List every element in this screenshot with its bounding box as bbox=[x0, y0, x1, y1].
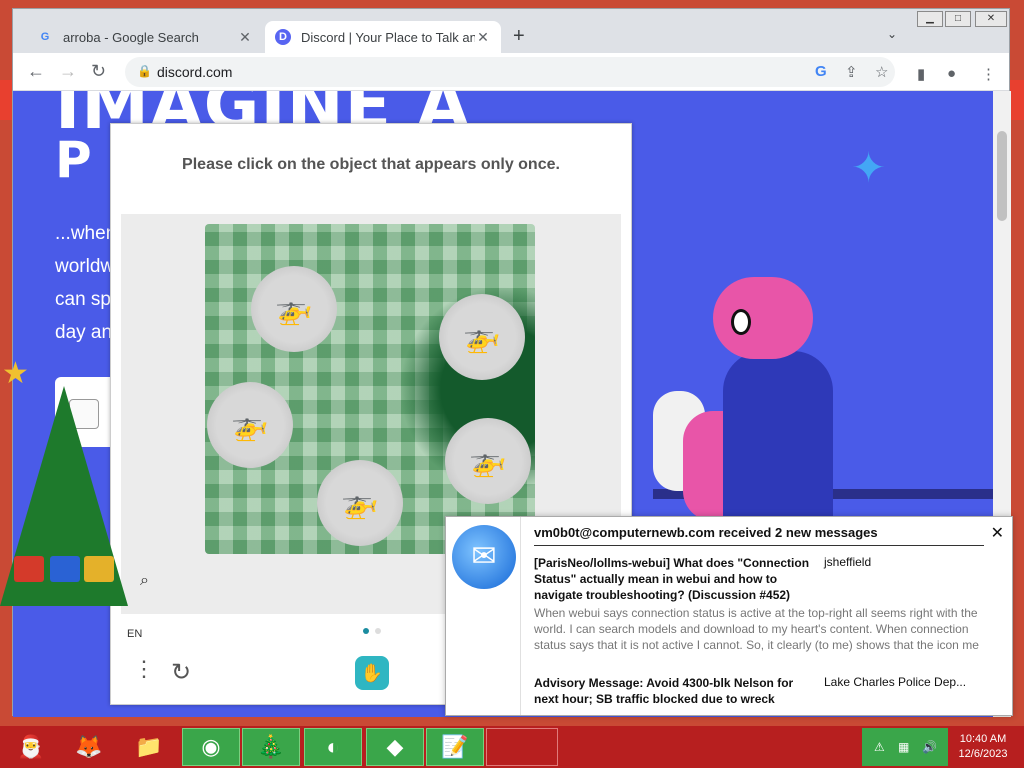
system-tray: ⚠ ▦ 🔊 bbox=[862, 728, 948, 766]
thunderbird-notification[interactable]: ✉ vm0b0t@computernewb.com received 2 new… bbox=[445, 516, 1013, 716]
gift-icon bbox=[50, 556, 80, 582]
hcaptcha-logo-icon: ✋ bbox=[355, 656, 389, 690]
close-notification-icon[interactable]: ✕ bbox=[991, 523, 1004, 543]
helicopter-object[interactable]: 🚁 bbox=[439, 294, 525, 380]
message-sender: Lake Charles Police Dep... bbox=[824, 675, 967, 689]
tree-star-icon: ★ bbox=[2, 357, 29, 390]
edge-icon[interactable]: ◐ bbox=[304, 728, 362, 766]
profile-avatar-icon[interactable]: ● bbox=[947, 65, 956, 82]
address-bar[interactable]: 🔒 discord.com G ⇪ ☆ bbox=[125, 57, 895, 87]
sparkle-icon: ✦ bbox=[851, 144, 887, 191]
forward-icon[interactable]: → bbox=[59, 61, 77, 82]
captcha-menu-icon[interactable]: ⋮ bbox=[133, 658, 155, 680]
taskbar: 🎅 🦊 📁 ◉ 🎄 ◐ ◆ 📝 ⚠ ▦ 🔊 10:40 AM 12/6/2023 bbox=[0, 726, 1024, 768]
message-subject[interactable]: Advisory Message: Avoid 4300-blk Nelson … bbox=[534, 675, 814, 707]
captcha-prompt: Please click on the object that appears … bbox=[182, 156, 560, 173]
close-tab-icon[interactable]: ✕ bbox=[237, 29, 253, 46]
notepad-icon[interactable]: 📝 bbox=[426, 728, 484, 766]
gift-icon bbox=[14, 556, 44, 582]
chrome-icon[interactable]: ◉ bbox=[182, 728, 240, 766]
volume-icon[interactable]: 🔊 bbox=[922, 740, 937, 754]
back-icon[interactable]: ← bbox=[27, 61, 45, 82]
lock-icon[interactable]: 🔒 bbox=[137, 64, 152, 78]
start-button-santa-icon[interactable]: 🎅 bbox=[2, 728, 60, 766]
zoom-magnifier-icon[interactable]: ⌕ bbox=[140, 572, 149, 590]
tab-title: Discord | Your Place to Talk and H bbox=[301, 29, 475, 45]
notification-header: vm0b0t@computernewb.com received 2 new m… bbox=[534, 525, 878, 540]
captcha-image[interactable]: 🚁 🚁 🚁 🚁 🚁 bbox=[205, 224, 535, 554]
notification-divider bbox=[520, 517, 521, 715]
captcha-refresh-icon[interactable]: ↻ bbox=[171, 658, 191, 687]
helicopter-object[interactable]: 🚁 bbox=[251, 266, 337, 352]
progress-dot-active bbox=[363, 628, 369, 634]
network-warning-icon[interactable]: ⚠ bbox=[874, 740, 885, 754]
message-subject[interactable]: [ParisNeo/lollms-webui] What does "Conne… bbox=[534, 555, 814, 603]
notification-rule bbox=[534, 545, 984, 546]
taskbar-clock[interactable]: 10:40 AM 12/6/2023 bbox=[948, 732, 1018, 762]
side-panel-icon[interactable]: ▮ bbox=[917, 65, 925, 83]
unique-helicopter-object[interactable]: 🚁 bbox=[317, 460, 403, 546]
illustration-character-head bbox=[713, 277, 813, 359]
helicopter-object[interactable]: 🚁 bbox=[445, 418, 531, 504]
message-preview: When webui says connection status is act… bbox=[534, 606, 979, 652]
minimize-button[interactable]: ▁ bbox=[917, 11, 943, 27]
close-window-button[interactable]: ✕ bbox=[975, 11, 1007, 27]
gift-icon bbox=[84, 556, 114, 582]
reload-icon[interactable]: ↻ bbox=[91, 61, 106, 82]
tab-google-search[interactable]: G arroba - Google Search ✕ bbox=[27, 21, 263, 53]
christmas-tree-decoration: ★ bbox=[0, 356, 140, 636]
thunderbird-logo-icon: ✉ bbox=[452, 525, 516, 589]
progress-dot bbox=[375, 628, 381, 634]
maximize-button[interactable]: □ bbox=[945, 11, 971, 27]
illustration-character-body bbox=[723, 351, 833, 541]
helicopter-object[interactable]: 🚁 bbox=[207, 382, 293, 468]
scrollbar-thumb[interactable] bbox=[997, 131, 1007, 221]
browser-toolbar: ← → ↻ 🔒 discord.com G ⇪ ☆ ▮ ● ⋮ bbox=[13, 53, 1009, 91]
clock-time: 10:40 AM bbox=[959, 733, 1007, 745]
discord-favicon-icon: D bbox=[275, 29, 291, 45]
google-lens-icon[interactable]: G bbox=[815, 63, 827, 80]
file-explorer-icon[interactable]: 📁 bbox=[120, 728, 178, 766]
firefox-icon[interactable]: 🦊 bbox=[60, 728, 118, 766]
tree-app-icon[interactable]: 🎄 bbox=[242, 728, 300, 766]
tab-discord[interactable]: D Discord | Your Place to Talk and H ✕ bbox=[265, 21, 501, 53]
url-text: discord.com bbox=[157, 64, 233, 80]
network-icon[interactable]: ▦ bbox=[898, 740, 909, 754]
share-icon[interactable]: ⇪ bbox=[845, 63, 858, 81]
tab-search-chevron-icon[interactable]: ⌄ bbox=[887, 27, 897, 41]
taskbar-button[interactable] bbox=[486, 728, 558, 766]
tab-title: arroba - Google Search bbox=[63, 29, 199, 45]
clock-date: 12/6/2023 bbox=[958, 748, 1008, 760]
illustration-character-eye bbox=[731, 309, 751, 335]
tab-strip: G arroba - Google Search ✕ D Discord | Y… bbox=[13, 9, 1009, 53]
close-tab-icon[interactable]: ✕ bbox=[475, 29, 491, 46]
kebab-menu-icon[interactable]: ⋮ bbox=[981, 65, 996, 83]
bookmark-star-icon[interactable]: ☆ bbox=[875, 63, 888, 81]
google-favicon-icon: G bbox=[40, 31, 50, 43]
anydesk-icon[interactable]: ◆ bbox=[366, 728, 424, 766]
message-sender: jsheffield bbox=[824, 555, 872, 569]
hero-title-line2: P bbox=[55, 131, 92, 189]
new-tab-button[interactable]: + bbox=[513, 25, 525, 48]
